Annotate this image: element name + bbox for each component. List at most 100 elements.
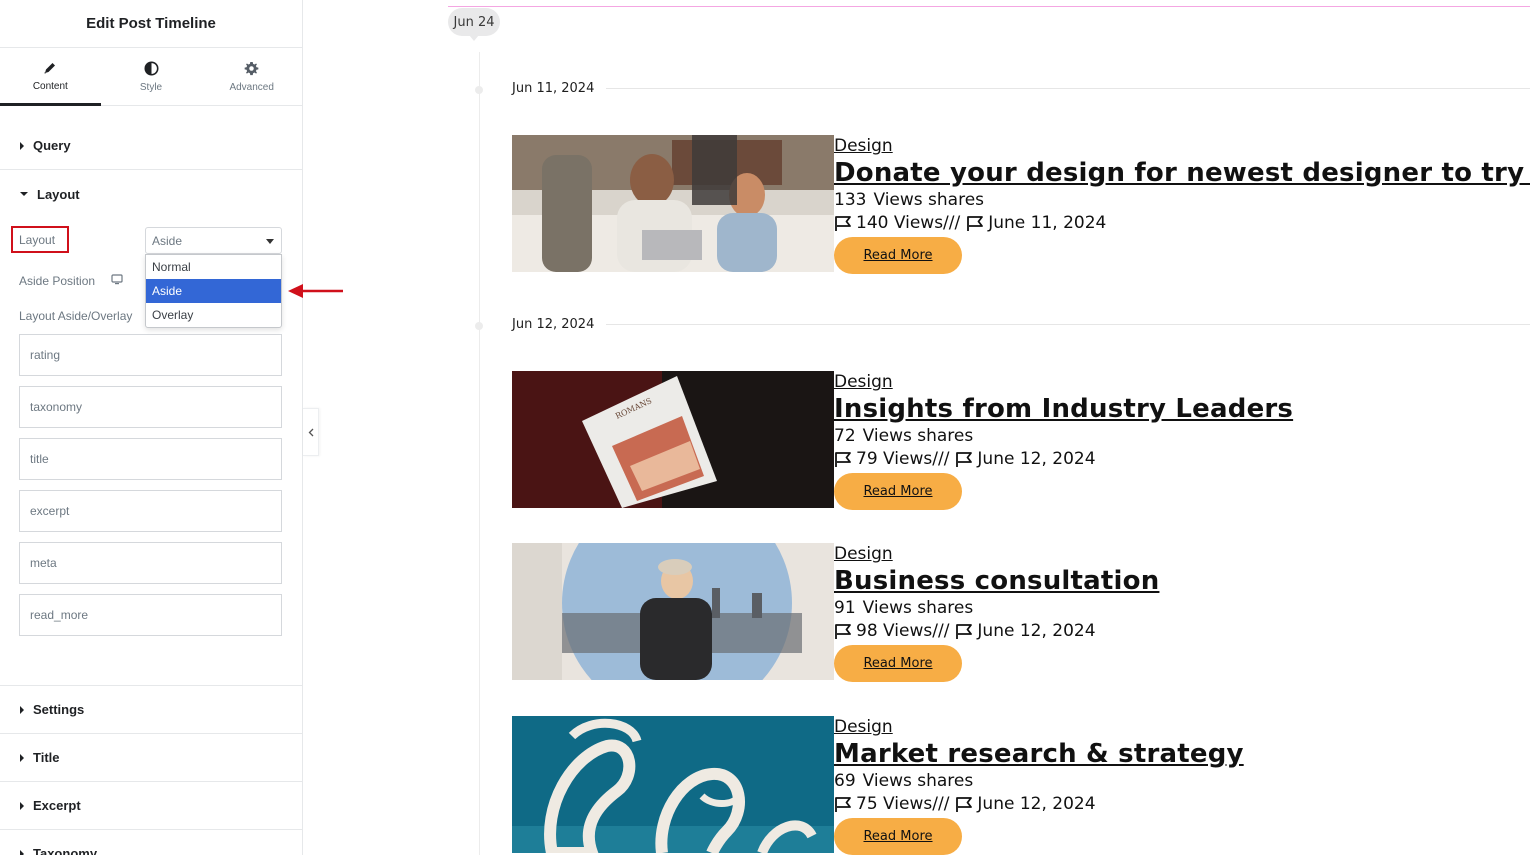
layout-select[interactable]: Aside xyxy=(145,227,282,254)
consultation-photo-image xyxy=(512,543,834,680)
flag-icon xyxy=(956,451,973,467)
caret-right-icon xyxy=(20,849,24,855)
post-meta: 75 Views/// June 12, 2024 xyxy=(834,792,1244,816)
section-query[interactable]: Query xyxy=(0,122,302,170)
post-views-count: 133 xyxy=(834,190,867,210)
layout-option-aside[interactable]: Aside xyxy=(146,279,281,303)
caret-right-icon xyxy=(20,753,24,762)
layout-control-label: Layout xyxy=(11,226,69,253)
timeline-preview: Jun 24 Jun 11, 2024 Jun 12, 2024 Design … xyxy=(304,0,1530,855)
timeline-line xyxy=(479,52,480,855)
caret-right-icon xyxy=(20,141,24,150)
post-title-link[interactable]: Market research & strategy xyxy=(834,738,1244,770)
layout-aside-overlay-label: Layout Aside/Overlay xyxy=(19,309,133,323)
tab-advanced-label: Advanced xyxy=(229,81,274,93)
post-content: Design Donate your design for newest des… xyxy=(834,135,1530,274)
section-layout: Layout Layout Aside Normal Aside Overlay… xyxy=(0,170,302,686)
date-label: Jun 12, 2024 xyxy=(512,317,595,332)
layout-option-overlay[interactable]: Overlay xyxy=(146,303,281,327)
post-card: ROMANS Design Insights from Industry Lea… xyxy=(512,371,1530,510)
repeater-item-title[interactable]: title xyxy=(19,438,282,480)
section-settings[interactable]: Settings xyxy=(0,686,302,734)
post-meta-views: 79 Views/// xyxy=(856,449,950,469)
sculpture-photo-image xyxy=(512,716,834,853)
panel-tabs: Content Style Advanced xyxy=(0,48,302,106)
post-title-link[interactable]: Donate your design for newest designer t… xyxy=(834,157,1530,189)
post-title-link[interactable]: Business consultation xyxy=(834,565,1159,597)
gear-icon xyxy=(244,61,259,75)
tab-advanced[interactable]: Advanced xyxy=(201,48,302,105)
post-card: Design Donate your design for newest des… xyxy=(512,135,1530,274)
post-category-link[interactable]: Design xyxy=(834,716,1244,738)
repeater-item-taxonomy[interactable]: taxonomy xyxy=(19,386,282,428)
panel-header: Edit Post Timeline xyxy=(0,0,302,48)
section-settings-label: Settings xyxy=(33,702,85,717)
repeater-item-meta[interactable]: meta xyxy=(19,542,282,584)
post-thumbnail[interactable] xyxy=(512,716,834,853)
post-meta: 140 Views/// June 11, 2024 xyxy=(834,211,1530,235)
half-circle-icon xyxy=(144,61,158,75)
post-title-link[interactable]: Insights from Industry Leaders xyxy=(834,393,1293,425)
magazine-photo-image: ROMANS xyxy=(512,371,834,508)
date-label: Jun 11, 2024 xyxy=(512,81,595,96)
repeater-item-read-more[interactable]: read_more xyxy=(19,594,282,636)
aside-position-label: Aside Position xyxy=(19,274,96,288)
section-excerpt-label: Excerpt xyxy=(33,798,81,813)
flag-icon xyxy=(835,623,851,639)
top-divider xyxy=(448,6,1530,7)
read-more-button[interactable]: Read More xyxy=(834,237,962,274)
layout-dropdown: Normal Aside Overlay xyxy=(145,254,282,328)
post-views-count: 69 xyxy=(834,771,856,791)
flag-icon xyxy=(835,215,851,231)
post-views: 69 Views shares xyxy=(834,770,1244,792)
date-rule xyxy=(606,324,1530,325)
post-meta-date: June 12, 2024 xyxy=(977,449,1096,469)
section-taxonomy[interactable]: Taxonomy xyxy=(0,830,302,855)
tab-content[interactable]: Content xyxy=(0,48,101,106)
post-views-count: 72 xyxy=(834,426,856,446)
chevron-down-icon xyxy=(266,239,274,244)
section-taxonomy-label: Taxonomy xyxy=(33,846,98,855)
section-layout-header[interactable]: Layout xyxy=(0,170,302,218)
section-title-label: Title xyxy=(33,750,60,765)
post-meta-views: 140 Views/// xyxy=(856,213,961,233)
post-card: Design Market research & strategy 69 Vie… xyxy=(512,716,1530,855)
read-more-button[interactable]: Read More xyxy=(834,818,962,855)
post-thumbnail[interactable]: ROMANS xyxy=(512,371,834,508)
layout-option-normal[interactable]: Normal xyxy=(146,255,281,279)
post-views: 72 Views shares xyxy=(834,425,1293,447)
monitor-icon[interactable] xyxy=(111,274,123,285)
post-meta-date: June 12, 2024 xyxy=(977,794,1096,814)
repeater-item-excerpt[interactable]: excerpt xyxy=(19,490,282,532)
post-thumbnail[interactable] xyxy=(512,543,834,680)
layout-select-value: Aside xyxy=(152,233,183,248)
caret-right-icon xyxy=(20,801,24,810)
date-rule xyxy=(606,88,1530,89)
post-category-link[interactable]: Design xyxy=(834,543,1159,565)
read-more-button[interactable]: Read More xyxy=(834,473,962,510)
flag-icon xyxy=(835,796,851,812)
tab-style[interactable]: Style xyxy=(101,48,202,105)
post-category-link[interactable]: Design xyxy=(834,371,1293,393)
team-photo-image xyxy=(512,135,834,272)
post-category-link[interactable]: Design xyxy=(834,135,1530,157)
month-badge: Jun 24 xyxy=(448,8,500,41)
section-layout-label: Layout xyxy=(37,186,80,202)
post-card: Design Business consultation 91 Views sh… xyxy=(512,543,1530,682)
flag-icon xyxy=(835,451,851,467)
post-thumbnail[interactable] xyxy=(512,135,834,272)
post-meta: 79 Views/// June 12, 2024 xyxy=(834,447,1293,471)
post-meta-views: 75 Views/// xyxy=(856,794,950,814)
repeater-item-rating[interactable]: rating xyxy=(19,334,282,376)
tab-style-label: Style xyxy=(139,81,163,93)
post-meta: 98 Views/// June 12, 2024 xyxy=(834,619,1159,643)
panel-title: Edit Post Timeline xyxy=(86,15,216,32)
timeline-dot xyxy=(475,86,483,94)
read-more-button[interactable]: Read More xyxy=(834,645,962,682)
caret-right-icon xyxy=(20,705,24,714)
post-meta-views: 98 Views/// xyxy=(856,621,950,641)
post-meta-date: June 11, 2024 xyxy=(988,213,1107,233)
section-title[interactable]: Title xyxy=(0,734,302,782)
post-content: Design Business consultation 91 Views sh… xyxy=(834,543,1159,682)
section-excerpt[interactable]: Excerpt xyxy=(0,782,302,830)
